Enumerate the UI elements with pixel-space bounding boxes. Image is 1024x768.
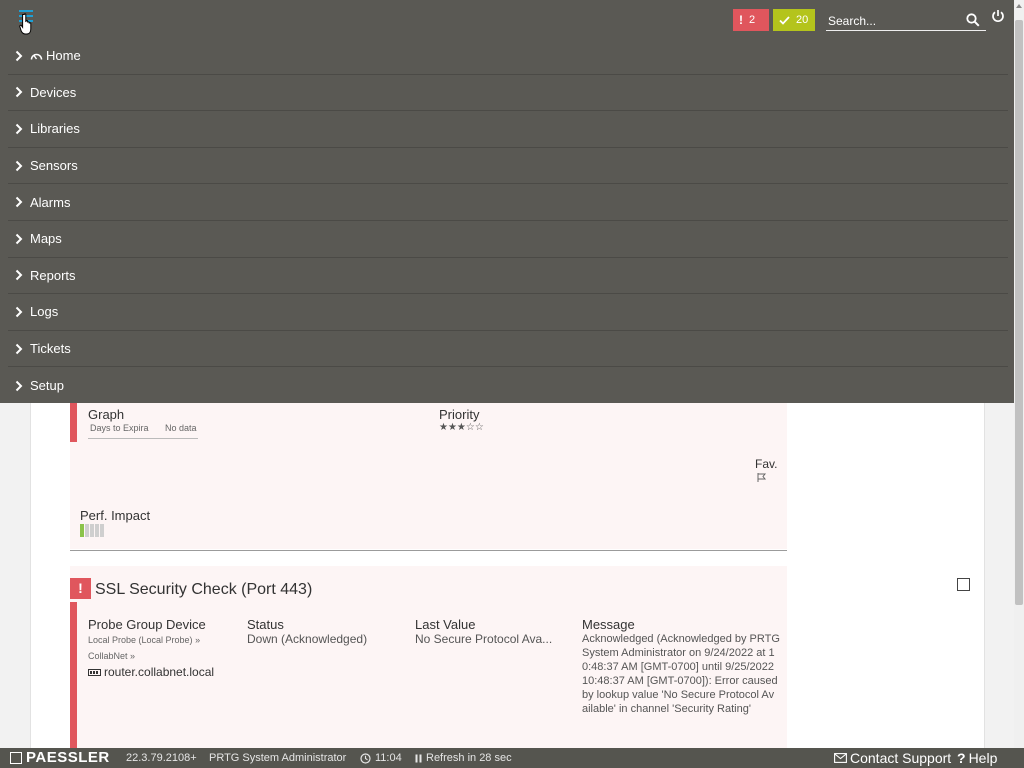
row-divider [70, 550, 787, 551]
refresh-control[interactable]: Refresh in 28 sec [415, 752, 512, 764]
chevron-right-icon [15, 233, 23, 244]
hand-cursor-icon [19, 13, 32, 35]
menu-item-alarms[interactable]: Alarms [8, 184, 1008, 221]
menu-item-label: Tickets [30, 341, 71, 357]
footer-bar: PAESSLER 22.3.79.2108+ PRTG System Admin… [0, 748, 1024, 768]
chevron-right-icon [15, 160, 23, 171]
chevron-right-icon [15, 343, 23, 354]
help-link[interactable]: ? Help [957, 750, 997, 766]
menu-item-label: Maps [30, 231, 62, 247]
perf-impact-label: Perf. Impact [80, 508, 151, 523]
pause-icon [415, 754, 422, 762]
device-icon [88, 668, 101, 676]
alarm-count: 2 [749, 14, 756, 26]
refresh-countdown: Refresh in 28 sec [426, 752, 512, 764]
scroll-up-arrow[interactable] [1016, 4, 1022, 8]
device-link[interactable]: router.collabnet.local [88, 665, 214, 679]
perf-impact-meter [80, 524, 104, 537]
message-text: Acknowledged (Acknowledged by PRTG Syste… [582, 633, 780, 715]
status-value: Down (Acknowledged) [247, 632, 368, 646]
chevron-right-icon [15, 380, 23, 391]
exclamation-icon: ! [739, 13, 743, 27]
contact-support-link[interactable]: Contact Support [834, 750, 951, 766]
menu-item-label: Libraries [30, 121, 80, 137]
ok-count-badge[interactable]: 20 [773, 9, 815, 31]
menu-item-label: Home [46, 48, 81, 64]
clock: 11:04 [360, 752, 402, 764]
probe-group-device-label: Probe Group Device [88, 617, 206, 632]
sensor-status-stripe [70, 402, 77, 442]
menu-item-sensors[interactable]: Sensors [8, 148, 1008, 185]
paessler-logo[interactable]: PAESSLER [10, 749, 110, 766]
top-bar: ! 2 20 [0, 0, 1014, 40]
menu-item-devices[interactable]: Devices [8, 75, 1008, 112]
chevron-right-icon [15, 196, 23, 208]
search-box [826, 11, 986, 31]
chevron-right-icon [15, 270, 23, 281]
gauge-icon [30, 53, 43, 60]
status-label: Status [247, 617, 284, 632]
menu-item-logs[interactable]: Logs [8, 294, 1008, 331]
menu-item-setup[interactable]: Setup [8, 367, 1008, 404]
fav-label: Fav. [755, 457, 778, 471]
checkmark-icon [779, 15, 790, 25]
menu-item-label: Devices [30, 84, 77, 100]
envelope-icon [834, 753, 847, 763]
search-icon[interactable] [966, 13, 980, 27]
chevron-right-icon [15, 87, 23, 98]
menu-item-reports[interactable]: Reports [8, 258, 1008, 295]
logout-power-icon[interactable] [991, 9, 1005, 23]
graph-value: No data [165, 423, 197, 433]
scroll-thumb[interactable] [1015, 20, 1023, 605]
graph-channel-name: Days to Expira [90, 423, 149, 433]
sensor-title[interactable]: SSL Security Check (Port 443) [95, 581, 312, 599]
menu-item-libraries[interactable]: Libraries [8, 111, 1008, 148]
search-input[interactable] [826, 11, 962, 30]
priority-label: Priority [439, 407, 480, 422]
chevron-right-icon [15, 123, 23, 135]
ok-count: 20 [796, 14, 809, 26]
menu-item-label: Reports [30, 267, 76, 283]
perf-impact-bar [95, 524, 99, 537]
main-menu-overlay: ! 2 20 Home Devices [0, 0, 1014, 403]
sensor-status-stripe [70, 602, 77, 750]
menu-item-label: Sensors [30, 158, 78, 174]
menu-item-label: Logs [30, 304, 59, 320]
alert-icon: ! [70, 578, 91, 599]
menu-item-tickets[interactable]: Tickets [8, 331, 1008, 368]
question-mark-icon: ? [957, 750, 966, 766]
menu-item-home[interactable]: Home [8, 38, 1008, 75]
menu-item-maps[interactable]: Maps [8, 221, 1008, 258]
contact-support-label: Contact Support [850, 750, 952, 766]
version-text: 22.3.79.2108+ [126, 752, 197, 764]
perf-impact-bar [85, 524, 89, 537]
perf-impact-bar [100, 524, 104, 537]
chevron-right-icon [15, 306, 23, 318]
menu-item-label: Alarms [30, 194, 71, 210]
user-name[interactable]: PRTG System Administrator [209, 752, 346, 764]
graph-label: Graph [88, 407, 125, 422]
clock-icon [360, 752, 371, 764]
perf-impact-bar [90, 524, 94, 537]
perf-impact-bar [80, 524, 84, 537]
probe-link[interactable]: Local Probe (Local Probe) » [88, 635, 200, 645]
message-label: Message [582, 617, 635, 632]
alarm-count-badge[interactable]: ! 2 [733, 9, 769, 31]
clock-time: 11:04 [375, 752, 402, 764]
flag-icon[interactable] [757, 473, 767, 482]
brand-name: PAESSLER [26, 749, 110, 766]
help-label: Help [968, 750, 998, 766]
paessler-logo-icon [10, 751, 22, 764]
chevron-right-icon [15, 50, 23, 62]
group-link[interactable]: CollabNet » [88, 651, 135, 661]
page-scrollbar[interactable] [1014, 0, 1024, 748]
select-checkbox[interactable] [957, 578, 970, 591]
priority-stars[interactable]: ★★★☆☆ [439, 422, 484, 433]
main-menu: Home Devices Libraries Sensors Alarms Ma… [8, 38, 1008, 404]
menu-item-label: Setup [30, 378, 64, 394]
last-value: No Secure Protocol Ava... [415, 632, 553, 646]
last-value-label: Last Value [415, 617, 476, 632]
